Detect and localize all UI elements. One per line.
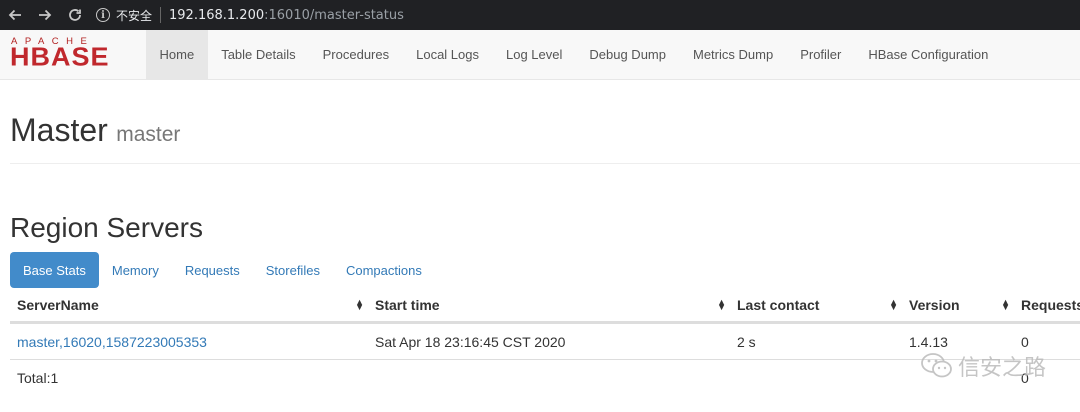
page-title: Master xyxy=(10,112,108,148)
total-label: Total:1 xyxy=(17,369,59,386)
column-header-label: Version xyxy=(909,296,960,313)
watermark-text: 信安之路 xyxy=(957,356,1046,381)
sort-icon[interactable]: ▲ ▼ xyxy=(889,297,898,311)
server-name-cell: master,16020,1587223005353 xyxy=(10,324,368,359)
tab-base-stats[interactable]: Base Stats xyxy=(10,252,99,288)
insecure-label: 不安全 xyxy=(116,8,153,23)
url-host: 192.168.1.200 xyxy=(169,7,265,23)
region-servers-heading: Region Servers xyxy=(10,212,203,243)
hbase-logo[interactable]: APACHE HBASE xyxy=(0,30,146,80)
main-navbar: APACHE HBASE Home Table Details Procedur… xyxy=(0,29,1080,80)
nav-profiler[interactable]: Profiler xyxy=(787,30,855,80)
table-header-row: ServerName ▲ ▼ Start time ▲ ▼ Last contact… xyxy=(10,288,1080,323)
empty-cell xyxy=(730,360,902,395)
column-header-requests[interactable]: Requests xyxy=(1014,288,1080,321)
sort-icon[interactable]: ▲ ▼ xyxy=(1001,297,1010,311)
column-header-start-time[interactable]: Start time ▲ ▼ xyxy=(368,288,730,321)
back-arrow-icon[interactable] xyxy=(0,0,30,30)
region-servers-tabs: Base Stats Memory Requests Storefiles Co… xyxy=(10,252,435,288)
logo-hbase-text: HBASE xyxy=(10,42,110,71)
reload-icon[interactable] xyxy=(60,0,90,30)
nav-procedures[interactable]: Procedures xyxy=(309,30,402,80)
nav-metrics-dump[interactable]: Metrics Dump xyxy=(680,30,787,80)
server-name-link[interactable]: master,16020,1587223005353 xyxy=(17,334,207,350)
nav-log-level[interactable]: Log Level xyxy=(493,30,576,80)
column-header-servername[interactable]: ServerName ▲ ▼ xyxy=(10,288,368,321)
column-header-last-contact[interactable]: Last contact ▲ ▼ xyxy=(730,288,902,321)
tab-requests[interactable]: Requests xyxy=(172,252,253,288)
column-header-label: Start time xyxy=(375,296,440,313)
nav-debug-dump[interactable]: Debug Dump xyxy=(576,30,680,80)
wechat-icon xyxy=(921,353,952,378)
nav-table-details[interactable]: Table Details xyxy=(208,30,309,80)
nav-home[interactable]: Home xyxy=(146,29,208,80)
last-contact-cell: 2 s xyxy=(737,333,756,350)
address-bar[interactable]: i 不安全 192.168.1.200:16010/master-status xyxy=(96,0,404,30)
column-header-label: ServerName xyxy=(17,296,99,313)
column-header-label: Last contact xyxy=(737,296,820,313)
nav-local-logs[interactable]: Local Logs xyxy=(403,30,493,80)
sort-icon[interactable]: ▲ ▼ xyxy=(717,297,726,311)
info-icon[interactable]: i xyxy=(96,8,110,22)
page-header: Master master xyxy=(10,112,1080,164)
start-time-cell: Sat Apr 18 23:16:45 CST 2020 xyxy=(375,333,566,350)
nav-hbase-configuration[interactable]: HBase Configuration xyxy=(855,30,1002,80)
url-path: :16010/master-status xyxy=(264,7,404,23)
tab-memory[interactable]: Memory xyxy=(99,252,172,288)
forward-arrow-icon[interactable] xyxy=(30,0,60,30)
column-header-version[interactable]: Version ▲ ▼ xyxy=(902,288,1014,321)
address-divider xyxy=(160,7,162,23)
tab-compactions[interactable]: Compactions xyxy=(333,252,435,288)
empty-cell xyxy=(368,360,730,395)
watermark: 信安之路 xyxy=(920,350,1046,382)
sort-icon[interactable]: ▲ ▼ xyxy=(355,297,364,311)
browser-toolbar: i 不安全 192.168.1.200:16010/master-status xyxy=(0,0,1080,30)
page-subtitle: master xyxy=(116,123,181,146)
tab-storefiles[interactable]: Storefiles xyxy=(253,252,333,288)
column-header-label: Requests xyxy=(1021,296,1080,313)
